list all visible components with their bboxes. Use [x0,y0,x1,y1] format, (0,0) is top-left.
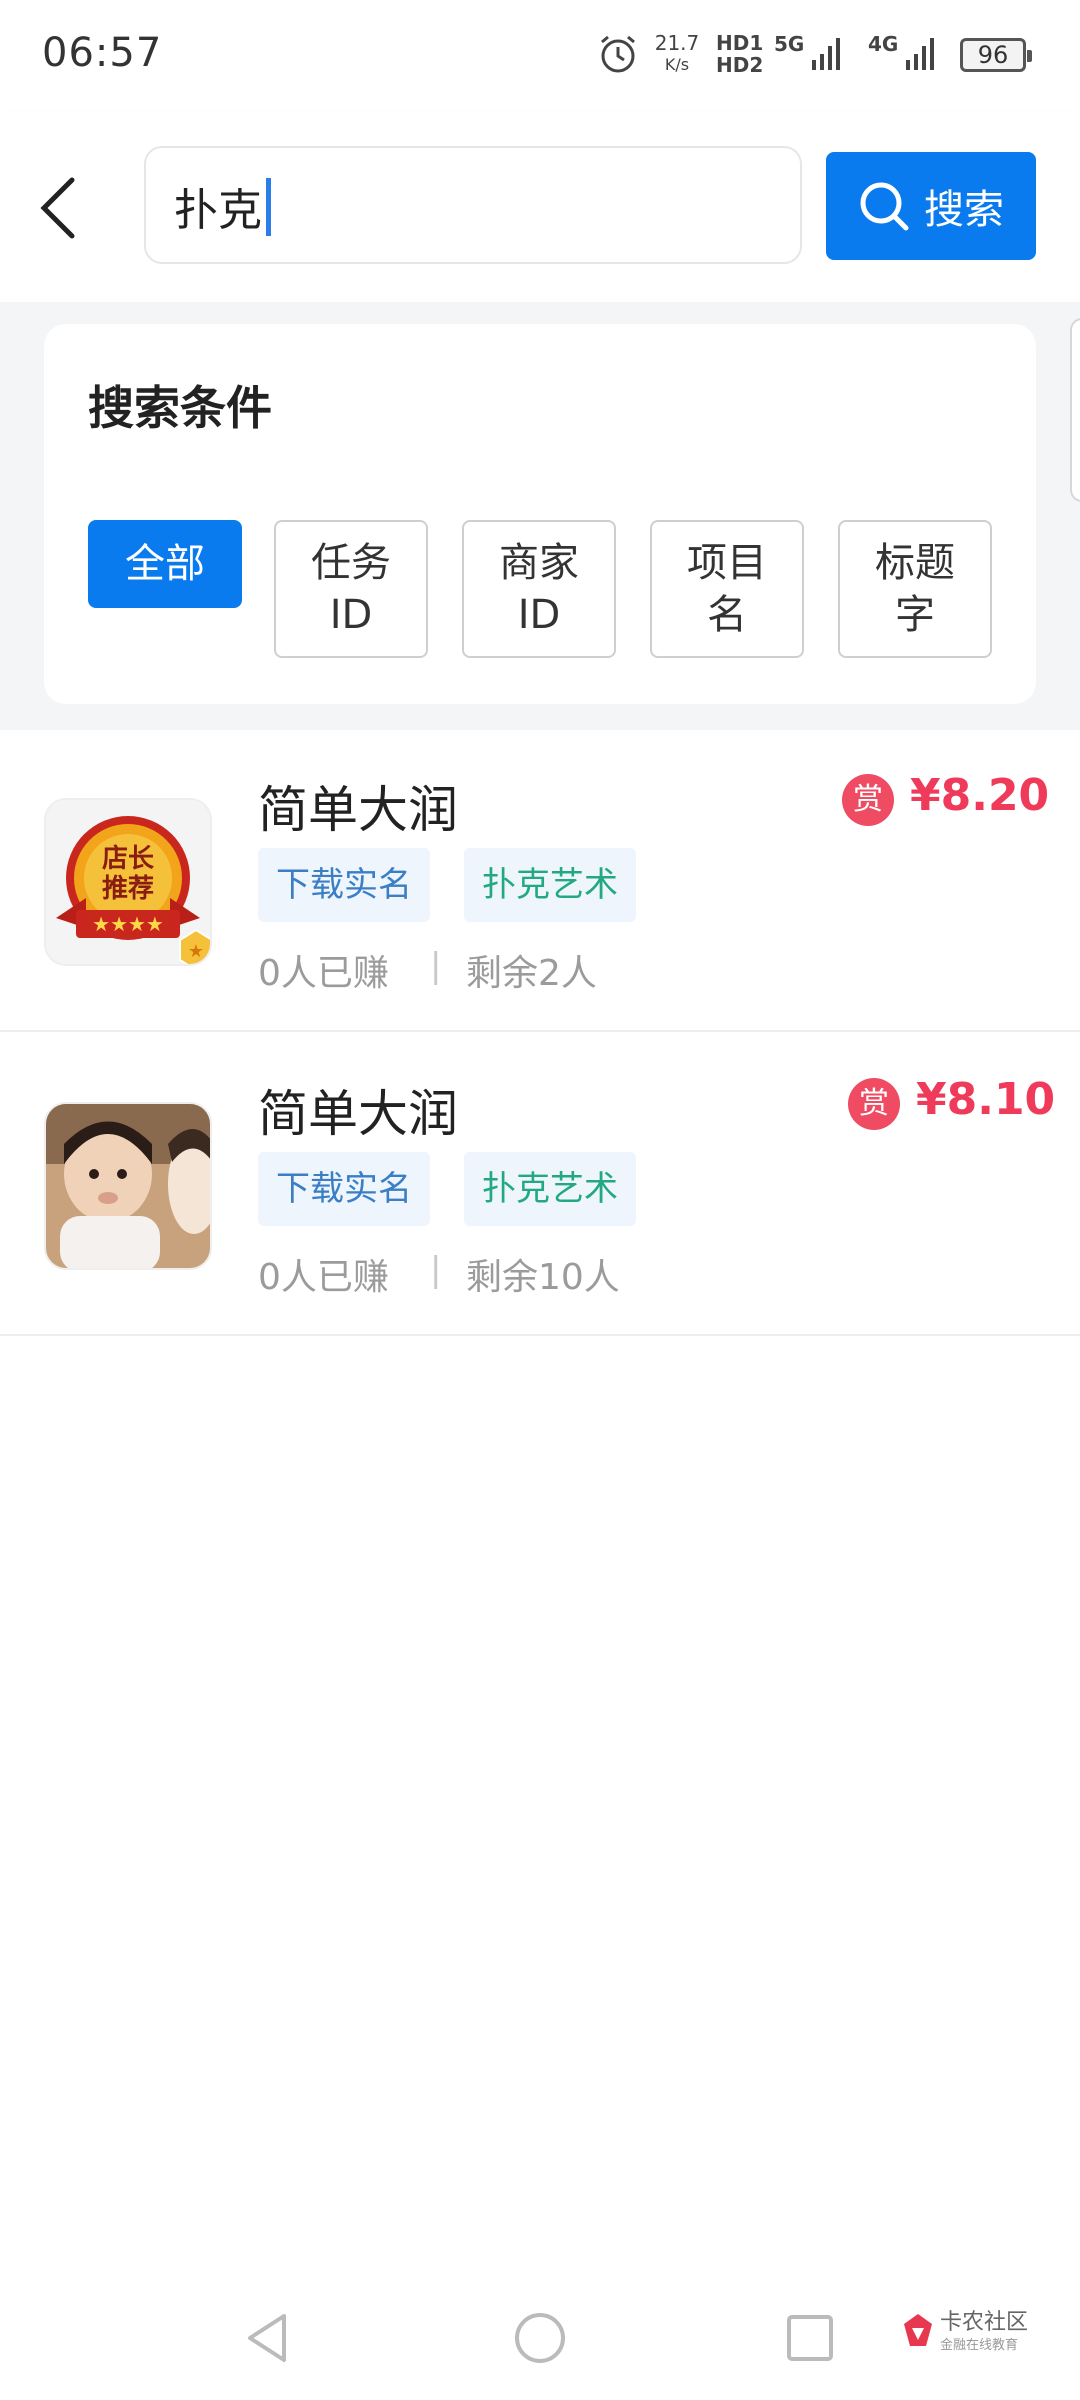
task-title: 简单大润 [258,1085,458,1143]
network-5g: 5G [774,32,805,56]
hd2-label: HD2 [716,53,764,77]
task-thumbnail [44,1102,212,1270]
remaining-count: 剩余2人 [466,953,597,994]
search-input[interactable] [174,168,734,244]
hd-indicator: HD1 HD2 [716,32,763,76]
filter-section: 搜索条件 全部 任务 ID 商家 ID 项目 名 标题 字 [0,302,1080,730]
reward-price: ¥8.20 [910,770,1050,821]
task-tag: 扑克艺术 [464,848,636,922]
filter-chip-project-name[interactable]: 项目 名 [650,520,804,658]
filter-chip-title-word[interactable]: 标题 字 [838,520,992,658]
divider: | [430,1250,442,1290]
nav-home-icon[interactable] [510,2308,570,2368]
filter-card: 搜索条件 全部 任务 ID 商家 ID 项目 名 标题 字 [44,324,1036,704]
text-cursor [266,178,271,236]
net-speed-unit: K/s [664,55,690,74]
search-button-label: 搜索 [924,187,1004,233]
chip-label: 标题 字 [875,540,955,638]
search-box[interactable] [144,146,802,264]
watermark-logo: 卡农社区 金融在线教育 [900,2304,1040,2368]
badge-line: 店长 [101,844,154,874]
chip-label: 项目 名 [687,540,767,638]
system-nav-bar: 卡农社区 金融在线教育 [0,2280,1080,2400]
watermark-icon [904,2314,932,2346]
back-arrow-icon[interactable] [30,168,90,248]
task-thumbnail: ★★★★ ★ 店长 推荐 [44,798,212,966]
hd1-label: HD1 [716,31,764,55]
net-speed-value: 21.7 [654,31,700,55]
task-tag: 下载实名 [258,848,430,922]
earned-count: 0人已赚 [258,1257,389,1298]
divider: | [430,946,442,986]
network-4g: 4G [868,32,899,56]
filter-chip-merchant-id[interactable]: 商家 ID [462,520,616,658]
chip-label: 任务 ID [311,540,391,638]
earned-count: 0人已赚 [258,953,389,994]
badge-line: 推荐 [101,874,154,904]
search-header: 搜索 [0,112,1080,302]
signal-icon [906,38,934,70]
search-icon [860,182,909,231]
status-bar: 06:57 21.7 K/s HD1 HD2 5G 4G 96 [0,0,1080,112]
reward-price: ¥8.10 [916,1074,1056,1125]
watermark-subtitle: 金融在线教育 [940,2338,1019,2353]
task-row[interactable]: ★★★★ ★ 店长 推荐 简单大润 赏 ¥8.20 下载实名 扑克艺术 0人已赚… [0,730,1080,1032]
nav-back-icon[interactable] [238,2308,298,2368]
filter-chip-all[interactable]: 全部 [88,520,242,608]
task-title: 简单大润 [258,781,458,839]
battery-icon: 96 [960,38,1032,72]
signal-icon [812,38,840,70]
child-photo-icon [46,1104,210,1268]
task-tag: 扑克艺术 [464,1152,636,1226]
chip-label: 商家 ID [499,540,579,638]
task-row[interactable]: 简单大润 赏 ¥8.10 下载实名 扑克艺术 0人已赚 | 剩余10人 [0,1034,1080,1336]
svg-text:★★★★: ★★★★ [92,912,164,936]
nav-recent-apps-icon[interactable] [780,2308,840,2368]
remaining-count: 剩余10人 [466,1257,620,1298]
watermark-name: 卡农社区 [940,2310,1029,2335]
reward-badge-icon: 赏 [842,774,894,826]
task-tag: 下载实名 [258,1152,430,1226]
status-time: 06:57 [42,30,163,76]
net-speed: 21.7 K/s [652,32,702,76]
reward-badge-icon: 赏 [848,1078,900,1130]
svg-text:★: ★ [188,941,204,962]
alarm-icon [601,35,635,73]
filter-title: 搜索条件 [88,381,272,435]
side-edge-tab[interactable] [1070,318,1080,502]
filter-chip-task-id[interactable]: 任务 ID [274,520,428,658]
chip-label: 全部 [125,541,205,587]
badge-text: 店长 推荐 [86,844,170,904]
search-button[interactable]: 搜索 [826,152,1036,260]
